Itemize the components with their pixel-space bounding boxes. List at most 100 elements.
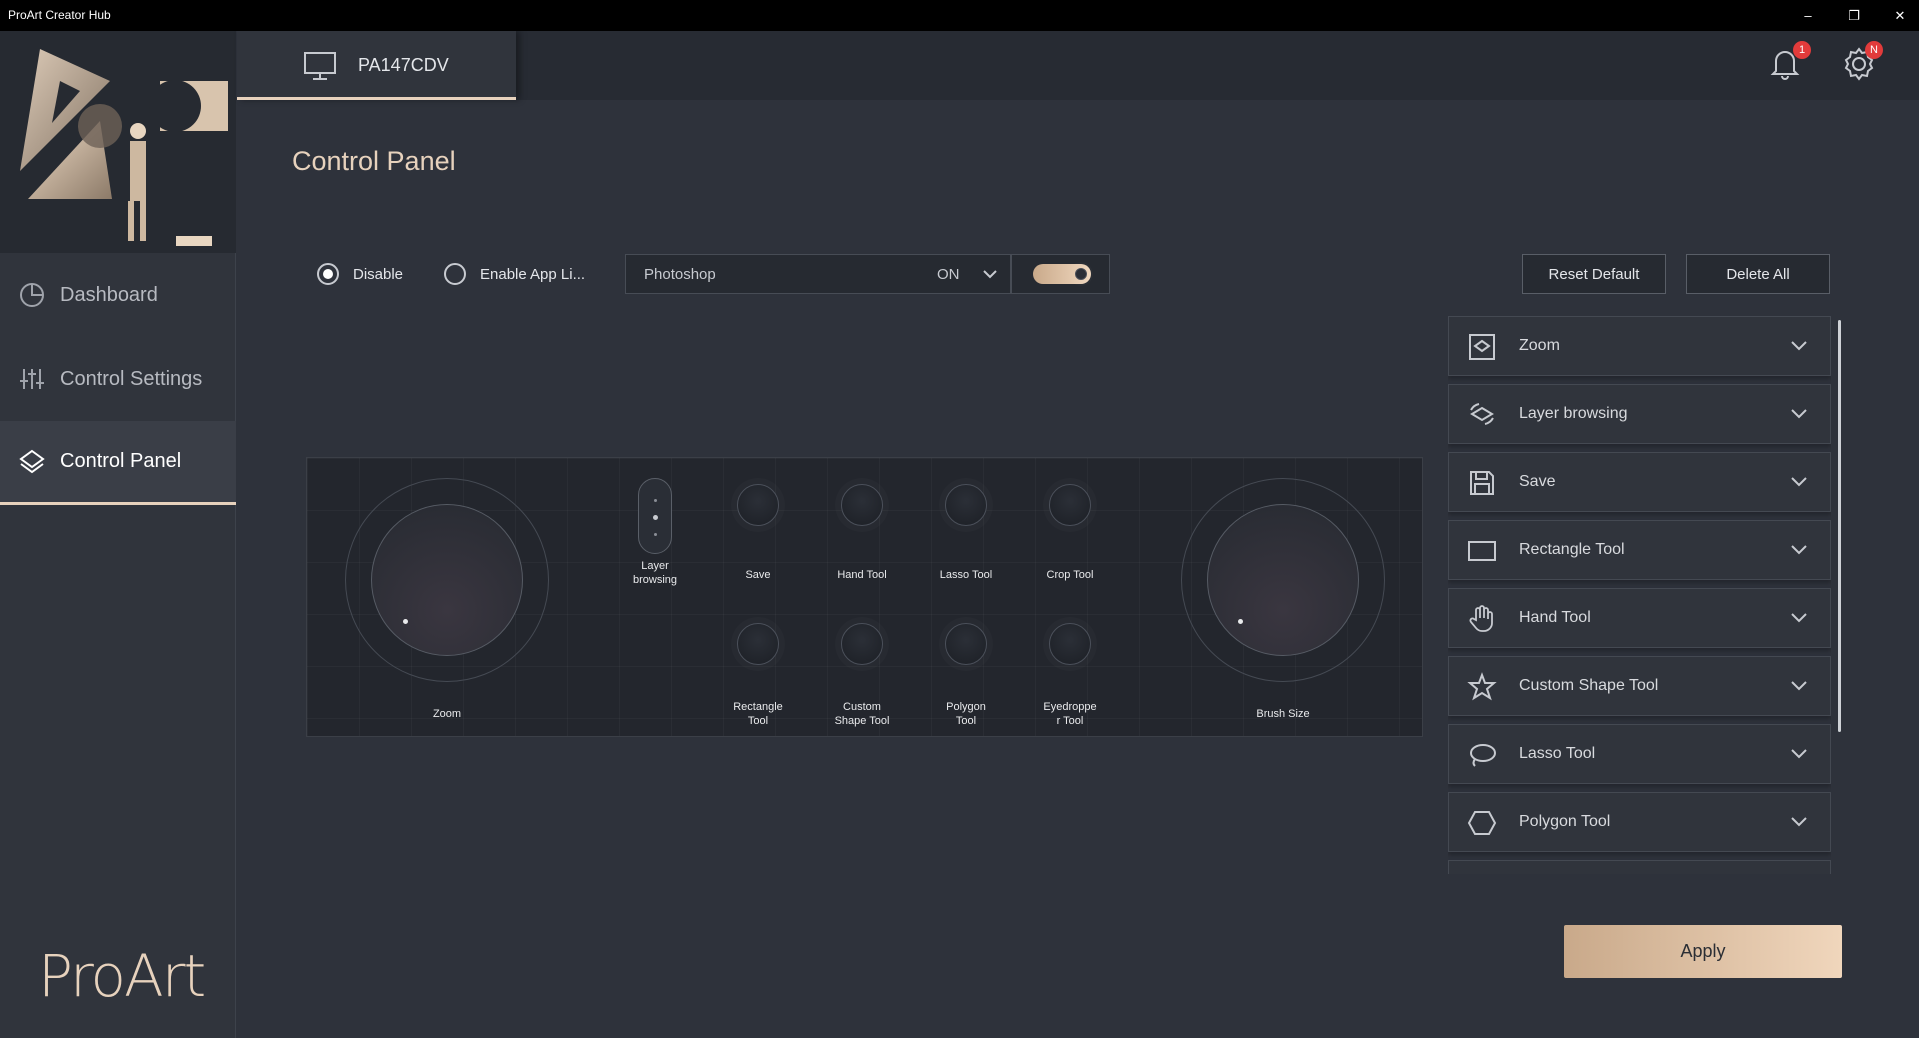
page-title: Control Panel (292, 146, 456, 176)
chevron-down-icon (1791, 477, 1807, 487)
rectangle-icon (1468, 541, 1496, 561)
key-label: Lasso Tool (939, 569, 993, 581)
notification-button[interactable]: 1 (1768, 41, 1811, 85)
list-item-layer-browsing[interactable]: Layer browsing (1448, 384, 1831, 444)
radio-disable[interactable]: Disable (317, 263, 403, 285)
chevron-down-icon (1791, 681, 1807, 691)
control-panel-device: Zoom Layer browsing Save Hand Tool Lasso … (306, 457, 1423, 737)
toggle-knob (1075, 268, 1087, 280)
key-lasso-tool[interactable] (945, 484, 987, 526)
hexagon-icon (1467, 811, 1497, 835)
minimize-icon[interactable]: – (1785, 0, 1831, 31)
function-list: Zoom Layer browsing Save Rectangle Tool … (1448, 316, 1831, 874)
brand-logo: ProArt (38, 942, 206, 1010)
key-rectangle-tool[interactable] (737, 623, 779, 665)
settings-button[interactable]: N (1840, 41, 1883, 85)
list-item-label: Polygon Tool (1519, 813, 1611, 830)
key-save[interactable] (737, 484, 779, 526)
key-hand-tool[interactable] (841, 484, 883, 526)
delete-all-button[interactable]: Delete All (1686, 254, 1830, 294)
window-title: ProArt Creator Hub (8, 8, 111, 22)
app-toggle[interactable] (1033, 264, 1091, 284)
list-item-custom-shape-tool[interactable]: Custom Shape Tool (1448, 656, 1831, 716)
brush-dial-indicator (1238, 619, 1243, 624)
sidebar-item-control-panel[interactable]: Control Panel (0, 421, 236, 505)
list-item-lasso-tool[interactable]: Lasso Tool (1448, 724, 1831, 784)
list-item-save[interactable]: Save (1448, 452, 1831, 512)
list-item-label: Layer browsing (1519, 405, 1628, 422)
key-label: Polygon Tool (946, 701, 986, 727)
key-crop-tool[interactable] (1049, 484, 1091, 526)
lasso-icon (1470, 744, 1496, 767)
list-item-label: Custom Shape Tool (1519, 677, 1659, 694)
apply-button[interactable]: Apply (1564, 925, 1842, 978)
list-item-label: Hand Tool (1519, 609, 1591, 626)
hero-illustration (0, 31, 236, 253)
title-bar: ProArt Creator Hub – ❐ ✕ (0, 0, 1919, 31)
layers-diamond-icon (19, 449, 45, 473)
sidebar-item-label: Dashboard (60, 283, 158, 306)
chevron-down-icon (1791, 749, 1807, 759)
chevron-down-icon (1791, 613, 1807, 623)
pie-chart-icon (20, 283, 44, 307)
list-scrollbar[interactable] (1838, 320, 1841, 732)
header: PA147CDV 1 N (237, 31, 1919, 100)
key-label: Crop Tool (1046, 569, 1094, 581)
sidebar-item-label: Control Panel (60, 450, 182, 472)
close-icon[interactable]: ✕ (1877, 0, 1919, 31)
chevron-down-icon (1791, 409, 1807, 419)
zoom-dial-label: Zoom (432, 708, 462, 720)
list-item-partial[interactable] (1448, 860, 1831, 874)
chevron-down-icon (1791, 341, 1807, 351)
list-item-label: Save (1519, 473, 1556, 490)
reset-default-button[interactable]: Reset Default (1522, 254, 1666, 294)
rocker-label: Layer browsing (632, 560, 678, 586)
radio-circle[interactable] (444, 263, 466, 285)
app-select[interactable]: Photoshop ON (625, 254, 1011, 294)
device-name: PA147CDV (358, 55, 449, 75)
list-item-label: Zoom (1519, 337, 1560, 354)
radio-circle[interactable] (317, 263, 339, 285)
layer-browsing-rocker[interactable] (638, 478, 672, 554)
key-eyedropper-tool[interactable] (1049, 623, 1091, 665)
toggle-container (1011, 254, 1110, 294)
app-status: ON (937, 266, 960, 283)
brush-size-dial[interactable] (1207, 504, 1359, 656)
key-custom-shape-tool[interactable] (841, 623, 883, 665)
hand-icon (1469, 605, 1493, 632)
list-item-label: Lasso Tool (1519, 745, 1596, 762)
brush-dial-label: Brush Size (1256, 708, 1310, 720)
monitor-icon (304, 52, 336, 80)
zoom-dial[interactable] (371, 504, 523, 656)
sidebar-item-label: Control Settings (60, 367, 203, 390)
chevron-down-icon (1791, 545, 1807, 555)
key-label: Custom Shape Tool (834, 701, 890, 727)
sidebar: Dashboard Control Settings Control Panel… (0, 31, 236, 1038)
sidebar-item-control-settings[interactable]: Control Settings (0, 337, 236, 421)
restore-icon[interactable]: ❐ (1831, 0, 1877, 31)
list-item-label: Rectangle Tool (1519, 541, 1625, 558)
key-label: Save (745, 569, 771, 581)
list-item-rectangle-tool[interactable]: Rectangle Tool (1448, 520, 1831, 580)
sidebar-item-dashboard[interactable]: Dashboard (0, 253, 236, 337)
zoom-dial-indicator (403, 619, 408, 624)
list-item-polygon-tool[interactable]: Polygon Tool (1448, 792, 1831, 852)
device-tab[interactable]: PA147CDV (237, 31, 516, 100)
list-item-hand-tool[interactable]: Hand Tool (1448, 588, 1831, 648)
radio-enable-app-link[interactable]: Enable App Li... (444, 263, 585, 285)
chevron-down-icon (983, 270, 997, 279)
key-label: Hand Tool (837, 569, 887, 581)
key-polygon-tool[interactable] (945, 623, 987, 665)
app-select-value: Photoshop (644, 266, 716, 283)
notification-badge: 1 (1793, 41, 1811, 59)
radio-label: Disable (353, 265, 404, 283)
star-shape-icon (1467, 672, 1497, 701)
settings-badge: N (1865, 41, 1883, 59)
zoom-frame-icon (1469, 334, 1495, 360)
key-label: Rectangle Tool (733, 701, 783, 727)
key-label: Eyedroppe r Tool (1043, 701, 1097, 727)
chevron-down-icon (1791, 817, 1807, 827)
sliders-icon (20, 369, 44, 389)
layer-browse-icon (1470, 403, 1494, 425)
list-item-zoom[interactable]: Zoom (1448, 316, 1831, 376)
